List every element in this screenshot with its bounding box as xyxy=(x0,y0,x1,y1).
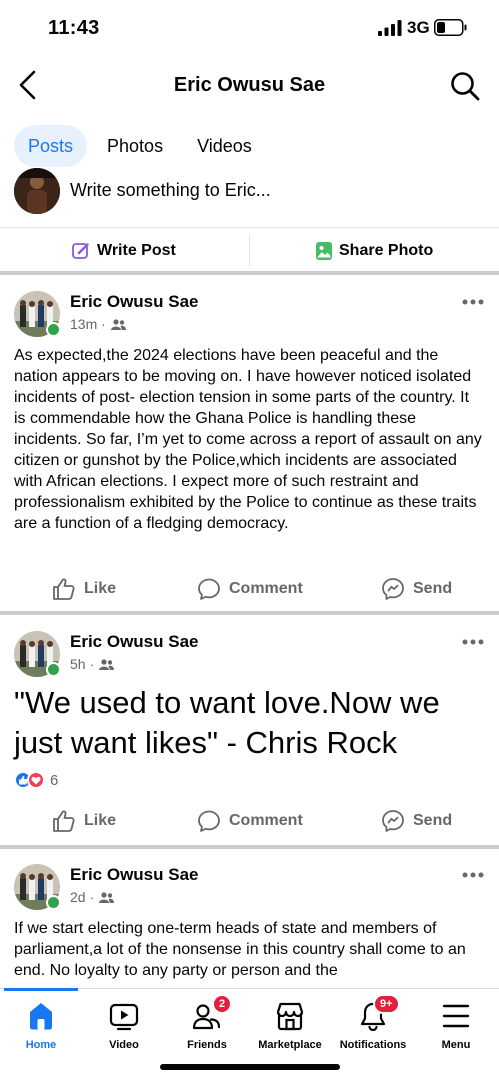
like-icon xyxy=(53,578,75,600)
marketplace-icon xyxy=(276,1002,304,1031)
write-post-button[interactable]: Write Post xyxy=(72,228,176,273)
post-time[interactable]: 5h xyxy=(70,656,86,672)
like-label: Like xyxy=(84,812,117,829)
nav-menu-label: Menu xyxy=(441,1039,471,1051)
tab-photos[interactable]: Photos xyxy=(93,125,177,167)
friends-audience-icon xyxy=(99,891,115,903)
video-icon xyxy=(109,1003,139,1031)
section-divider xyxy=(0,271,499,275)
share-photo-label: Share Photo xyxy=(339,241,434,259)
post-author[interactable]: Eric Owusu Sae xyxy=(70,632,199,652)
nav-friends-label: Friends xyxy=(187,1039,227,1051)
notifications-badge: 9+ xyxy=(373,994,400,1014)
like-label: Like xyxy=(84,580,117,597)
tab-posts[interactable]: Posts xyxy=(14,125,88,167)
comment-button[interactable]: Comment xyxy=(197,571,303,607)
composer-actions: Write Post Share Photo xyxy=(0,227,499,272)
photo-icon xyxy=(316,241,332,260)
edit-icon xyxy=(72,242,89,259)
divider xyxy=(249,234,250,266)
like-button[interactable]: Like xyxy=(52,571,116,607)
tab-videos[interactable]: Videos xyxy=(183,125,266,167)
nav-marketplace-label: Marketplace xyxy=(258,1039,322,1051)
feed-post: Eric Owusu Sae 13m · As expected,the 202… xyxy=(0,291,499,611)
post-time[interactable]: 2d xyxy=(70,889,86,905)
signal-icon xyxy=(378,20,402,36)
feed-post: Eric Owusu Sae 2d · If we start electing… xyxy=(0,864,499,988)
comment-icon xyxy=(198,810,220,832)
post-author[interactable]: Eric Owusu Sae xyxy=(70,292,199,312)
post-text: As expected,the 2024 elections have been… xyxy=(14,347,482,532)
section-divider xyxy=(0,611,499,615)
send-label: Send xyxy=(413,580,453,597)
like-icon xyxy=(53,810,75,832)
active-tab-indicator xyxy=(4,988,78,991)
network-label: 3G xyxy=(407,18,430,37)
nav-friends[interactable]: 2 Friends xyxy=(162,994,252,1051)
reaction-summary[interactable]: 6 xyxy=(14,771,58,789)
post-actions: Like Comment Send xyxy=(0,803,499,839)
profile-tabs: Posts Photos Videos xyxy=(14,125,272,167)
comment-button[interactable]: Comment xyxy=(197,803,303,839)
post-meta: 13m · xyxy=(70,316,126,332)
comment-label: Comment xyxy=(229,580,303,597)
post-time[interactable]: 13m xyxy=(70,316,97,332)
send-label: Send xyxy=(413,812,453,829)
nav-video[interactable]: Video xyxy=(79,999,169,1051)
messenger-icon xyxy=(382,810,404,832)
profile-header: Eric Owusu Sae xyxy=(0,60,499,110)
more-options-icon[interactable] xyxy=(462,639,484,645)
love-reaction-icon xyxy=(27,771,45,789)
share-photo-button[interactable]: Share Photo xyxy=(316,228,433,273)
online-indicator xyxy=(46,895,61,910)
status-time: 11:43 xyxy=(48,17,100,39)
send-button[interactable]: Send xyxy=(381,571,452,607)
nav-notifications[interactable]: 9+ Notifications xyxy=(328,994,418,1051)
nav-menu[interactable]: Menu xyxy=(411,999,499,1051)
post-author[interactable]: Eric Owusu Sae xyxy=(70,865,199,885)
comment-label: Comment xyxy=(229,812,303,829)
nav-home-label: Home xyxy=(25,1039,57,1051)
nav-video-label: Video xyxy=(109,1039,139,1051)
avatar[interactable] xyxy=(14,168,60,214)
post-meta: 2d · xyxy=(70,889,115,905)
home-indicator xyxy=(160,1064,340,1070)
online-indicator xyxy=(46,662,61,677)
battery-icon xyxy=(434,19,467,36)
reaction-count: 6 xyxy=(50,771,59,789)
post-text: If we start electing one-term heads of s… xyxy=(14,920,466,979)
comment-icon xyxy=(198,578,220,600)
more-options-icon[interactable] xyxy=(462,299,484,305)
nav-marketplace[interactable]: Marketplace xyxy=(245,999,335,1051)
more-options-icon[interactable] xyxy=(462,872,484,878)
post-composer: Write something to Eric... xyxy=(0,168,499,218)
nav-home[interactable]: Home xyxy=(0,999,86,1051)
online-indicator xyxy=(46,322,61,337)
menu-icon xyxy=(442,1004,470,1028)
section-divider xyxy=(0,845,499,849)
send-button[interactable]: Send xyxy=(381,803,452,839)
search-icon[interactable] xyxy=(449,70,481,102)
post-actions: Like Comment Send xyxy=(0,571,499,607)
post-meta: 5h · xyxy=(70,656,115,672)
friends-badge: 2 xyxy=(212,994,233,1014)
write-something-input[interactable]: Write something to Eric... xyxy=(70,180,271,201)
status-bar: 11:43 3G xyxy=(0,0,499,56)
home-icon xyxy=(30,1003,52,1030)
page-title: Eric Owusu Sae xyxy=(173,74,326,96)
feed-post: Eric Owusu Sae 5h · "We used to want lov… xyxy=(0,631,499,846)
post-text: "We used to want love.Now we just want l… xyxy=(14,685,440,760)
friends-audience-icon xyxy=(110,318,126,330)
like-button[interactable]: Like xyxy=(52,803,116,839)
nav-notifications-label: Notifications xyxy=(339,1039,407,1051)
write-post-label: Write Post xyxy=(97,241,176,259)
friends-audience-icon xyxy=(99,658,115,670)
messenger-icon xyxy=(382,578,404,600)
